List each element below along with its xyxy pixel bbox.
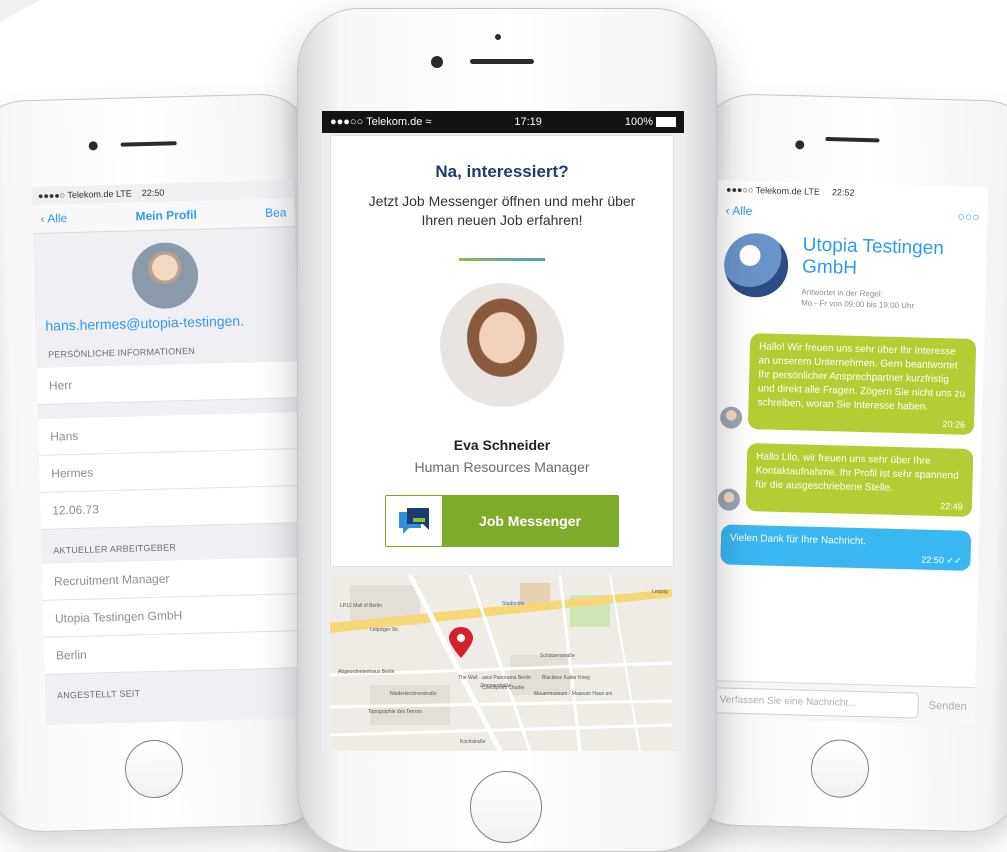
map-label: Mauermuseum - Museum Haus am	[534, 691, 612, 697]
message-text: Hallo! Wir freuen uns sehr über Ihr Inte…	[757, 341, 966, 413]
profile-screen: ●●●●○ Telekom.de LTE 22:50 ‹ Alle Mein P…	[31, 180, 308, 725]
message-time: 20:26	[942, 419, 966, 430]
sender-avatar	[717, 488, 741, 511]
company-logo	[723, 232, 789, 299]
status-bar: ●●●○○ Telekom.de ≈ 17:19 100%	[322, 111, 684, 133]
carrier-label: ●●●○○ Telekom.de LTE	[725, 184, 821, 197]
gradient-divider	[459, 258, 545, 261]
phone-right: ●●●○○ Telekom.de LTE 22:52 ‹ Alle ○○○ Ut…	[678, 92, 1007, 834]
back-label: Alle	[47, 211, 68, 226]
home-button[interactable]	[124, 739, 184, 799]
map-label: Leipzig	[652, 589, 668, 595]
map-label: Blackbox Kalter Krieg	[542, 675, 590, 681]
contact-role: Human Resources Manager	[414, 459, 590, 475]
contact-name: Eva Schneider	[453, 437, 551, 453]
map-label: LP12 Mall of Berlin	[340, 603, 382, 609]
response-time-note: Antwortet in der Regel: Mo - Fr von 09:0…	[801, 286, 978, 313]
earpiece-speaker	[825, 136, 880, 143]
map-label: Zimmerstraße	[480, 683, 511, 689]
chat-bubbles-icon	[386, 496, 442, 546]
card-title: Na, interessiert?	[435, 162, 569, 181]
message-bubble-incoming[interactable]: Hallo! Wir freuen uns sehr über Ihr Inte…	[747, 333, 977, 435]
back-button[interactable]: ‹ Alle	[40, 211, 67, 226]
home-button[interactable]	[810, 738, 870, 799]
earpiece-speaker	[470, 59, 534, 64]
back-label: Alle	[732, 203, 753, 219]
carrier-label: ●●●○○ Telekom.de ≈	[330, 116, 432, 128]
location-map[interactable]: LP12 Mall of Berlin Leipziger Str. Stadt…	[329, 573, 673, 751]
nav-title: Mein Profil	[135, 207, 198, 224]
carrier-label: ●●●●○ Telekom.de LTE	[37, 188, 132, 201]
card-description: Jetzt Job Messenger öffnen und mehr über…	[368, 193, 636, 228]
profile-avatar[interactable]	[131, 241, 199, 310]
front-camera	[88, 141, 98, 151]
clock: 22:50	[141, 187, 165, 199]
send-button[interactable]: Senden	[929, 699, 967, 712]
clock: 17:19	[514, 116, 542, 128]
nav-bar: ‹ Alle Mein Profil Bea	[32, 198, 295, 235]
job-messenger-button[interactable]: Job Messenger	[385, 495, 619, 547]
map-label: Leipziger Str.	[370, 627, 399, 633]
map-label: Schützenstraße	[540, 653, 575, 659]
edit-button[interactable]: Bea	[265, 205, 287, 220]
map-label: The Wall - asisi Panorama Berlin	[458, 675, 531, 681]
message-bubble-incoming[interactable]: Hallo Lilo, wir freuen uns sehr über Ihr…	[745, 443, 974, 517]
wifi-icon: ≈	[425, 116, 432, 128]
message-input[interactable]: Verfassen Sie eine Nachricht...	[712, 686, 920, 719]
map-label: Kochstraße	[460, 739, 486, 745]
phone-center: ●●●○○ Telekom.de ≈ 17:19 100% Na, intere…	[297, 8, 717, 852]
earpiece-speaker	[120, 141, 177, 147]
front-camera	[795, 140, 805, 150]
message-row: Hallo Lilo, wir freuen uns sehr über Ihr…	[710, 442, 982, 517]
job-messenger-label: Job Messenger	[442, 496, 618, 546]
message-bubble-outgoing[interactable]: Vielen Dank für Ihre Nachricht. 22:50 ✓✓	[720, 524, 972, 571]
phone-left: ●●●●○ Telekom.de LTE 22:50 ‹ Alle Mein P…	[0, 92, 334, 834]
back-button[interactable]: ‹ Alle	[725, 203, 752, 218]
job-offer-card: Na, interessiert? Jetzt Job Messenger öf…	[330, 135, 674, 567]
message-time: 22:49	[940, 501, 964, 512]
clock: 22:52	[831, 187, 855, 198]
message-text: Hallo Lilo, wir freuen uns sehr über Ihr…	[755, 451, 959, 494]
map-label: Niederkirchnerstraße	[390, 691, 437, 697]
map-label: Abgeordnetenhaus Berlin	[338, 669, 395, 675]
chat-screen: ●●●○○ Telekom.de LTE 22:52 ‹ Alle ○○○ Ut…	[704, 180, 989, 726]
corner-decoration	[0, 0, 40, 22]
battery-icon	[656, 117, 676, 128]
contact-avatar	[440, 283, 564, 407]
map-label: Stadtmitte	[502, 601, 525, 607]
job-offer-screen: ●●●○○ Telekom.de ≈ 17:19 100% Na, intere…	[322, 111, 684, 751]
section-header-employed-since: ANGESTELLT SEIT	[56, 688, 141, 701]
proximity-sensor	[495, 34, 501, 40]
message-row: Hallo! Wir freuen uns sehr über Ihr Inte…	[712, 332, 984, 435]
company-header: Utopia Testingen GmbH Antwortet in der R…	[715, 222, 987, 313]
map-label: Topographie des Terrors	[368, 709, 422, 715]
company-name: Utopia Testingen GmbH	[801, 234, 945, 279]
more-options-icon[interactable]: ○○○	[958, 209, 980, 224]
message-composer: Verfassen Sie eine Nachricht... Senden	[704, 680, 976, 726]
front-camera	[431, 56, 443, 68]
sender-avatar	[719, 406, 743, 429]
message-row: Vielen Dank für Ihre Nachricht. 22:50 ✓✓	[708, 524, 979, 571]
home-button[interactable]	[470, 771, 542, 843]
battery-indicator: 100%	[625, 116, 676, 128]
